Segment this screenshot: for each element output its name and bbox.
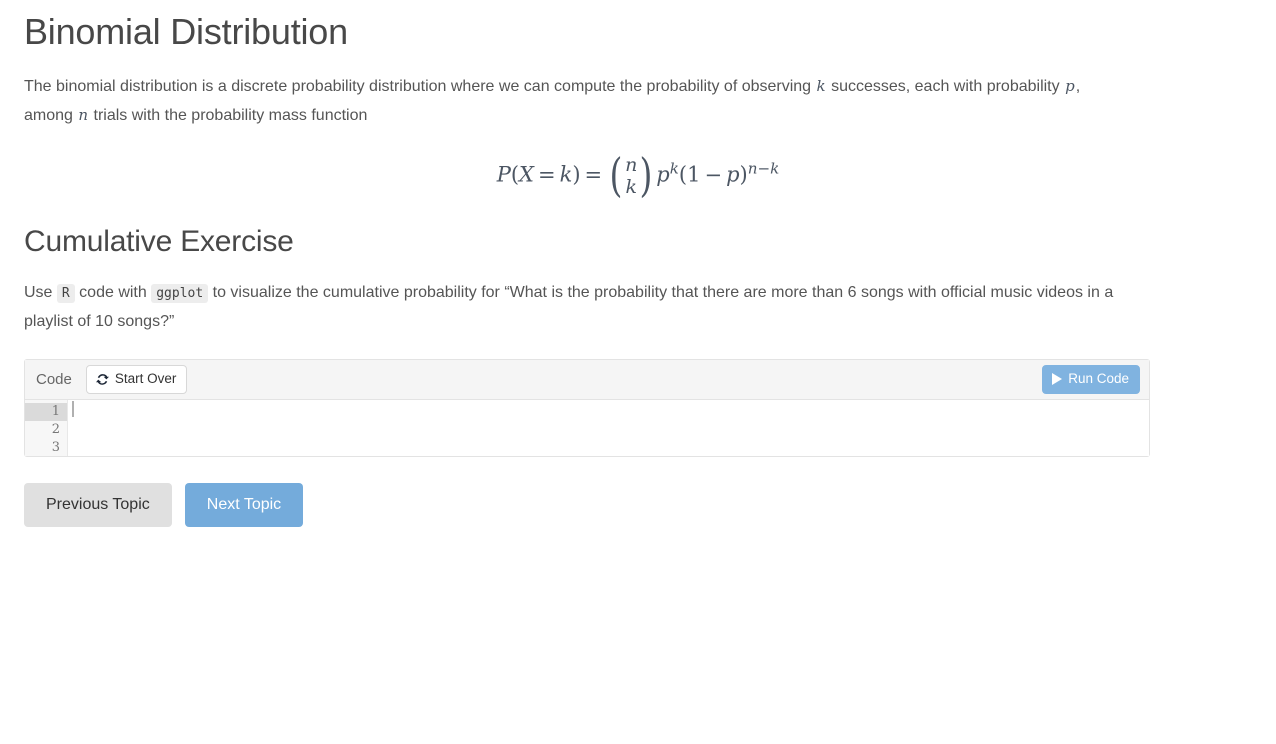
line-number: 3 <box>51 440 60 456</box>
binom-open-paren: ( <box>609 148 623 203</box>
exercise-text-2: code with <box>74 284 152 302</box>
formula-lhs-p: P <box>496 162 511 187</box>
next-topic-button[interactable]: Next Topic <box>184 483 304 528</box>
binomial-coefficient: (n k) <box>607 148 655 203</box>
formula-block: P(X = k) =(n k) pk(1− p)n−k <box>24 148 1252 203</box>
code-line[interactable] <box>68 439 1149 457</box>
binom-stack: nk <box>625 154 637 198</box>
formula-lhs-close-paren: ) <box>572 162 581 187</box>
page-title: Binomial Distribution <box>24 11 348 52</box>
code-editor-body[interactable]: 1 2 3 <box>25 400 1149 457</box>
code-line[interactable] <box>68 403 1149 421</box>
formula-p-base: p <box>656 162 670 187</box>
exercise-paragraph: Use R code with ggplot to visualize the … <box>24 279 1124 336</box>
section-title-cumulative-exercise: Cumulative Exercise <box>24 225 294 259</box>
intro-text-4: trials with the probability mass functio… <box>89 107 368 125</box>
refresh-icon <box>95 373 109 386</box>
text-cursor <box>72 401 74 418</box>
probability-mass-formula: P(X = k) =(n k) pk(1− p)n−k <box>496 148 780 203</box>
line-number: 2 <box>51 422 60 438</box>
previous-topic-button[interactable]: Previous Topic <box>24 483 172 528</box>
run-code-button[interactable]: Run Code <box>1042 365 1140 394</box>
formula-inner-equals: = <box>537 162 556 187</box>
binom-bottom-k: k <box>625 176 637 199</box>
formula-group-exponent: n−k <box>747 159 780 178</box>
inline-code-r: R <box>56 284 75 304</box>
formula-lhs-open-paren: ( <box>510 162 520 187</box>
binom-close-paren: ) <box>639 148 653 203</box>
code-editor-toolbar: Code Start Over Run Code <box>25 360 1149 401</box>
start-over-button[interactable]: Start Over <box>85 365 188 394</box>
intro-paragraph: The binomial distribution is a discrete … <box>24 72 1124 130</box>
intro-text-2: successes, each with probability <box>826 78 1065 96</box>
formula-one: 1 <box>687 162 701 187</box>
formula-p-inner: p <box>726 162 740 187</box>
formula-equals: = <box>584 162 603 187</box>
code-input-area[interactable] <box>68 400 1149 456</box>
formula-group-open: ( <box>678 162 688 187</box>
line-number: 1 <box>25 403 67 422</box>
formula-p-exponent: k <box>669 159 679 178</box>
math-var-k: k <box>816 77 826 96</box>
formula-lhs-x: X <box>519 162 534 187</box>
math-var-n: n <box>78 106 89 125</box>
code-editor-label: Code <box>36 371 72 389</box>
formula-group-close: ) <box>739 162 748 187</box>
run-code-label: Run Code <box>1068 371 1129 387</box>
page-container: Binomial Distribution The binomial distr… <box>0 0 1276 528</box>
start-over-label: Start Over <box>114 371 177 387</box>
play-icon <box>1052 373 1063 386</box>
math-var-p: p <box>1065 77 1075 96</box>
formula-lhs-k: k <box>559 162 573 187</box>
binom-top-n: n <box>625 154 638 177</box>
formula-minus: − <box>704 162 723 187</box>
exercise-text-1: Use <box>24 284 57 302</box>
topic-navigation: Previous Topic Next Topic <box>24 483 1252 528</box>
code-editor-panel: Code Start Over Run Code 1 2 3 <box>24 359 1150 458</box>
line-number-gutter: 1 2 3 <box>25 400 68 457</box>
inline-code-ggplot: ggplot <box>151 284 209 304</box>
intro-text-1: The binomial distribution is a discrete … <box>24 78 816 96</box>
code-line[interactable] <box>68 421 1149 439</box>
